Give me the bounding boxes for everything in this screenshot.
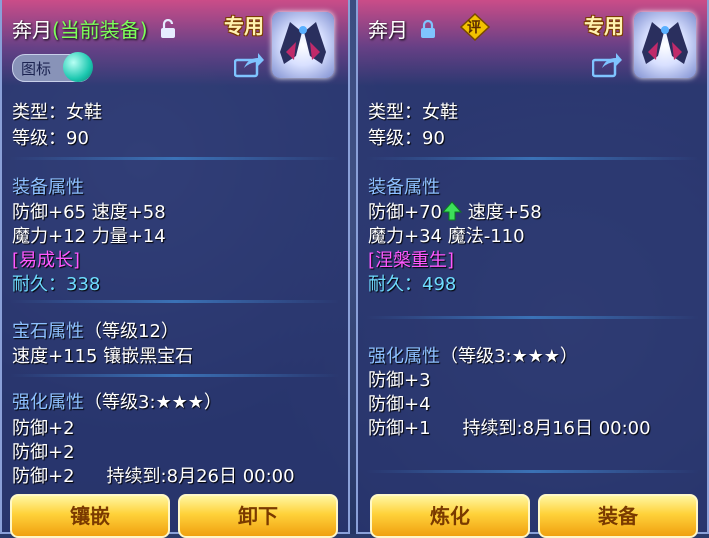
- share-icon[interactable]: [591, 52, 622, 82]
- durability-label: 耐久：: [12, 274, 66, 295]
- item-name: 奔月: [368, 14, 436, 44]
- enhance-line-1: 防御+3: [368, 370, 431, 391]
- equip-attr-line-2: 魔力+34 魔法-110: [368, 226, 525, 247]
- divider: [10, 157, 340, 160]
- gem-title: 宝石属性: [12, 321, 84, 342]
- enhance-level: （等级3:★★★）: [84, 392, 222, 413]
- item-type: 类型：女鞋: [12, 102, 102, 123]
- enhance-line-3: 防御+2 持续到:8月26日 00:00: [12, 462, 295, 488]
- item-name-text: 奔月: [368, 18, 408, 42]
- equip-attr-line-2: 魔力+12 力量+14: [12, 226, 166, 247]
- divider: [10, 374, 340, 377]
- icon-toggle[interactable]: 图标: [12, 52, 93, 82]
- divider: [10, 300, 340, 303]
- special-attribute: [涅槃重生]: [368, 250, 455, 271]
- item-level: 等级：90: [368, 128, 445, 149]
- durability: 耐久：498: [368, 270, 456, 296]
- special-use-label: 专用: [584, 14, 624, 38]
- rating-badge[interactable]: 评: [459, 12, 491, 45]
- share-icon[interactable]: [233, 52, 264, 82]
- divider: [366, 470, 699, 473]
- equip-button[interactable]: 装备: [538, 494, 698, 538]
- enhance-line-1: 防御+2: [12, 418, 75, 439]
- equip-attr-line-1: 防御+65 速度+58: [12, 202, 166, 223]
- enhance-line-3-value: 防御+2: [12, 466, 75, 487]
- durability-label: 耐久：: [368, 274, 422, 295]
- attr-speed: 速度+58: [467, 202, 542, 223]
- enhance-title: 强化属性: [368, 346, 440, 367]
- unlocked-lock-icon[interactable]: [160, 18, 176, 44]
- enhance-line-2: 防御+2: [12, 442, 75, 463]
- enhance-line-3-duration: 持续到:8月26日 00:00: [106, 466, 295, 487]
- enhance-level: （等级3:★★★）: [440, 346, 578, 367]
- enhance-attr-title: 强化属性（等级3:★★★）: [368, 342, 578, 368]
- equipped-item-panel: 奔月(当前装备) 专用 图标 类型：女鞋 等级：90 装备属性 防御+65 速度…: [0, 0, 350, 538]
- item-icon: [634, 12, 696, 78]
- gem-attr-line: 速度+115 镶嵌黑宝石: [12, 346, 194, 367]
- item-name-text: 奔月: [12, 18, 52, 42]
- compare-item-panel: 奔月 评 专用 类型：女鞋 等级：90 装备属性 防御+70 速度+58 魔力+…: [356, 0, 709, 538]
- durability-value: 338: [66, 274, 101, 295]
- rating-badge-text: 评: [467, 20, 481, 36]
- divider: [366, 316, 699, 319]
- item-icon: [272, 12, 334, 78]
- enhance-line-2: 防御+4: [368, 394, 431, 415]
- toggle-knob: [63, 52, 93, 82]
- item-name: 奔月(当前装备): [12, 14, 176, 44]
- special-use-label: 专用: [224, 14, 264, 38]
- equip-attr-title: 装备属性: [368, 177, 440, 198]
- enhance-line-3: 防御+1 持续到:8月16日 00:00: [368, 414, 651, 440]
- durability-value: 498: [422, 274, 457, 295]
- enhance-line-3-duration: 持续到:8月16日 00:00: [462, 418, 651, 439]
- enhance-attr-title: 强化属性（等级3:★★★）: [12, 388, 222, 414]
- enhance-title: 强化属性: [12, 392, 84, 413]
- locked-lock-icon[interactable]: [420, 19, 436, 44]
- attr-defense: 防御+70: [368, 202, 442, 223]
- unequip-button[interactable]: 卸下: [178, 494, 338, 538]
- gem-level: （等级12）: [84, 321, 179, 342]
- special-attribute: [易成长]: [12, 250, 81, 271]
- item-level: 等级：90: [12, 128, 89, 149]
- icon-toggle-label: 图标: [21, 60, 52, 78]
- divider: [366, 157, 699, 160]
- equip-attr-title: 装备属性: [12, 177, 84, 198]
- gem-attr-title: 宝石属性（等级12）: [12, 317, 179, 343]
- inlay-button[interactable]: 镶嵌: [10, 494, 170, 538]
- item-type: 类型：女鞋: [368, 102, 458, 123]
- enhance-line-3-value: 防御+1: [368, 418, 431, 439]
- durability: 耐久：338: [12, 270, 100, 296]
- equipped-tag: (当前装备): [52, 18, 148, 42]
- refine-button[interactable]: 炼化: [370, 494, 530, 538]
